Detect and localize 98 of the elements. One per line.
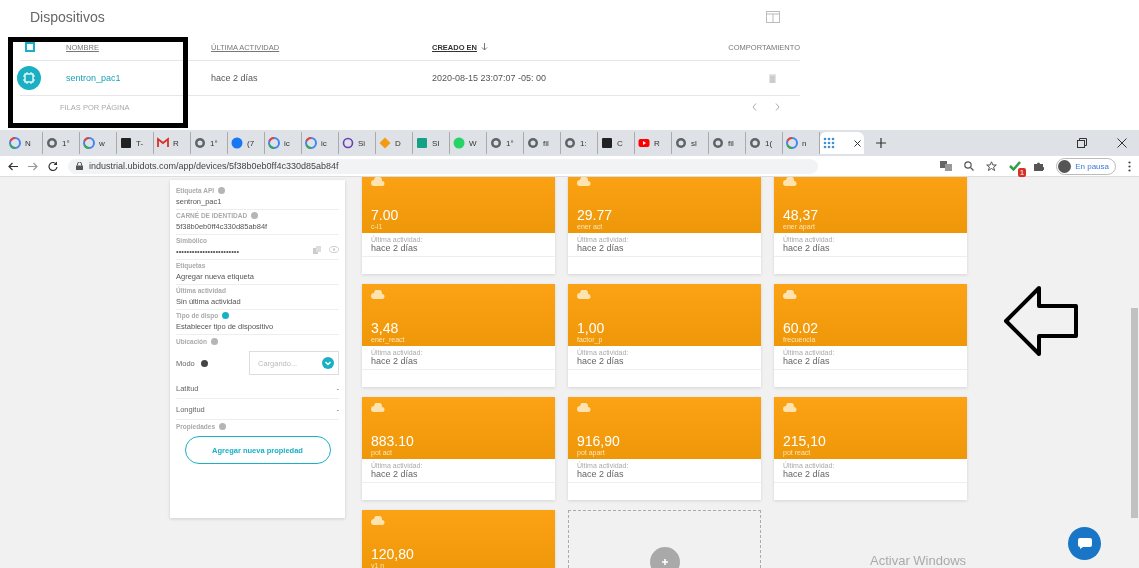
close-icon[interactable] xyxy=(1117,138,1127,148)
browser-tab[interactable]: R xyxy=(154,132,191,154)
favicon-icon xyxy=(46,137,58,149)
favicon-icon xyxy=(268,137,280,149)
favicon-icon xyxy=(9,137,21,149)
browser-tab[interactable]: 1: xyxy=(561,132,598,154)
variable-value: 48,37 xyxy=(783,207,820,223)
sort-down-icon xyxy=(481,43,488,51)
star-icon[interactable] xyxy=(986,160,998,172)
activation-notice: Activar Windows xyxy=(870,553,967,568)
browser-tab[interactable]: R xyxy=(635,132,672,154)
favicon-icon xyxy=(564,137,576,149)
cloud-upload-icon xyxy=(577,290,591,299)
browser-tab[interactable]: w xyxy=(80,132,117,154)
favicon-icon xyxy=(194,137,206,149)
favicon-icon xyxy=(675,137,687,149)
favicon-icon xyxy=(157,137,169,149)
favicon-icon xyxy=(342,137,354,149)
favicon-icon xyxy=(527,137,539,149)
cloud-upload-icon xyxy=(371,516,385,525)
browser-tab[interactable]: D xyxy=(376,132,413,154)
favicon-icon xyxy=(305,137,317,149)
browser-tab[interactable]: fil xyxy=(524,132,561,154)
activity-time: hace 2 días xyxy=(371,469,419,479)
plus-icon xyxy=(660,557,669,566)
favicon-icon xyxy=(712,137,724,149)
chat-button[interactable] xyxy=(1068,527,1101,560)
browser-tab[interactable]: Si xyxy=(339,132,376,154)
activity-time: hace 2 días xyxy=(783,469,831,479)
chat-bubble-icon xyxy=(1077,538,1092,549)
activity-time: hace 2 días xyxy=(371,356,419,366)
cloud-upload-icon xyxy=(783,403,797,412)
favicon-icon xyxy=(601,137,613,149)
close-icon[interactable] xyxy=(854,139,861,147)
cloud-upload-icon xyxy=(371,403,385,412)
browser-tab[interactable]: 1( xyxy=(746,132,783,154)
reload-icon[interactable] xyxy=(48,161,58,171)
favicon-icon xyxy=(231,137,243,149)
favicon-icon xyxy=(416,137,428,149)
cloud-upload-icon xyxy=(783,177,797,186)
variable-value: 883.10 xyxy=(371,433,415,449)
favicon-icon xyxy=(638,137,650,149)
restore-icon[interactable] xyxy=(1077,138,1087,148)
cloud-upload-icon xyxy=(783,290,797,299)
chip-icon xyxy=(17,66,41,90)
activity-time: hace 2 días xyxy=(577,243,625,253)
favicon-icon xyxy=(379,137,391,149)
page-title: Dispositivos xyxy=(30,9,105,25)
select-all-checkbox[interactable] xyxy=(25,42,35,52)
browser-tab[interactable]: ic xyxy=(302,132,339,154)
address-bar[interactable]: industrial.ubidots.com/app/devices/5f38b0eb0ff4c330d85ab84f xyxy=(68,158,818,174)
activity-time: hace 2 días xyxy=(577,356,625,366)
browser-tab[interactable]: 1° xyxy=(487,132,524,154)
variable-value: 1,00 xyxy=(577,320,606,336)
favicon-icon xyxy=(83,137,95,149)
new-tab-icon[interactable] xyxy=(876,138,886,148)
table-cell-text: 2020-08-15 23:07:07 -05: 00 xyxy=(432,73,548,83)
check-icon[interactable] xyxy=(1009,160,1022,172)
table-cell-text: hace 2 días xyxy=(211,73,259,83)
activity-time: hace 2 días xyxy=(783,243,831,253)
cloud-upload-icon xyxy=(577,403,591,412)
cloud-upload-icon xyxy=(371,177,385,186)
browser-tab[interactable]: SI xyxy=(413,132,450,154)
variable-value: 29.77 xyxy=(577,207,614,223)
favicon-icon xyxy=(120,137,132,149)
variable-value: 120,80 xyxy=(371,546,415,562)
favicon-icon xyxy=(453,137,465,149)
activity-time: hace 2 días xyxy=(783,356,831,366)
variable-value: 215,10 xyxy=(783,433,827,449)
lock-icon xyxy=(76,162,83,170)
browser-tab[interactable]: C xyxy=(598,132,635,154)
search-icon[interactable] xyxy=(964,161,975,171)
activity-time: hace 2 días xyxy=(577,469,625,479)
favicon-icon xyxy=(490,137,502,149)
notification-badge: 1 xyxy=(1017,168,1027,177)
cloud-upload-icon xyxy=(577,177,591,186)
cloud-upload-icon xyxy=(371,290,385,299)
favicon-icon xyxy=(786,137,798,149)
browser-tab[interactable]: N xyxy=(6,132,43,154)
browser-tab[interactable]: sl xyxy=(672,132,709,154)
variable-value: 3,48 xyxy=(371,320,400,336)
variable-value: 60.02 xyxy=(783,320,820,336)
activity-time: hace 2 días xyxy=(371,243,419,253)
browser-tab[interactable]: 1° xyxy=(191,132,228,154)
variable-value: 916,90 xyxy=(577,433,621,449)
menu-icon[interactable] xyxy=(1128,160,1131,172)
favicon-icon xyxy=(749,137,761,149)
back-icon[interactable] xyxy=(8,161,18,171)
chevron-down-icon[interactable] xyxy=(322,357,334,369)
browser-tab[interactable]: fil xyxy=(709,132,746,154)
browser-tab[interactable]: (7 xyxy=(228,132,265,154)
favicon-icon xyxy=(823,137,835,149)
forward-icon[interactable] xyxy=(28,161,38,171)
browser-tab[interactable]: W xyxy=(450,132,487,154)
browser-tab[interactable]: T- xyxy=(117,132,154,154)
variable-value: 7.00 xyxy=(371,207,400,223)
browser-tab[interactable]: ic xyxy=(265,132,302,154)
browser-tab[interactable]: 1° xyxy=(43,132,80,154)
